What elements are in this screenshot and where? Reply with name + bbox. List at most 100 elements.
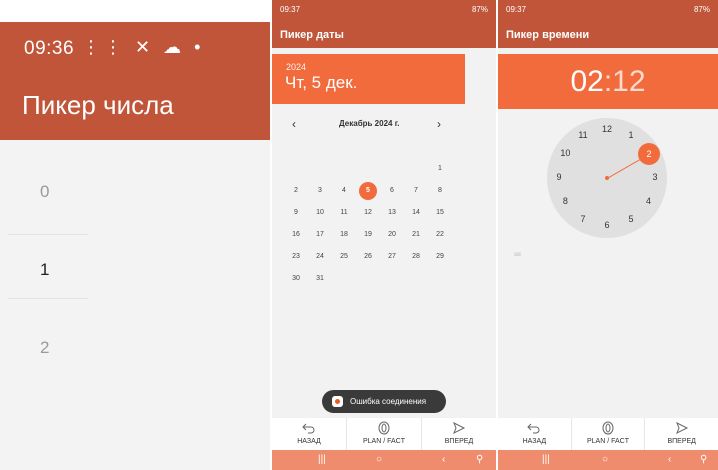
clock-face[interactable]: 2 12 1 3 4 5 6 7 8 9 10 11 (547, 118, 667, 238)
calendar-day[interactable]: 11 (335, 204, 353, 222)
calendar-day[interactable]: 26 (359, 248, 377, 266)
number-option-2[interactable]: 2 (40, 338, 49, 358)
forward-label: ВПЕРЕД (444, 438, 474, 445)
minutes-value[interactable]: 12 (612, 65, 645, 98)
calendar-day[interactable]: 22 (431, 226, 449, 244)
system-nav-bar: ||| ○ ‹ ⚲ (272, 450, 496, 470)
clock-hour-number[interactable]: 3 (648, 172, 662, 182)
calendar-day[interactable]: 19 (359, 226, 377, 244)
divider (8, 234, 88, 235)
calendar-day[interactable]: 4 (335, 182, 353, 200)
calendar-day[interactable]: 17 (311, 226, 329, 244)
number-option-0[interactable]: 0 (40, 182, 49, 202)
status-icons: ⋮⋮ ✕ ☁ • (82, 37, 205, 57)
calendar-day[interactable]: 7 (407, 182, 425, 200)
page-title: Пикер числа (22, 90, 174, 120)
calendar-day[interactable]: 5 (359, 182, 377, 200)
clock-hour-number[interactable]: 11 (576, 130, 590, 140)
page-title: Пикер даты (280, 29, 344, 41)
calendar-day[interactable]: 23 (287, 248, 305, 266)
calendar-day[interactable]: 15 (431, 204, 449, 222)
bottom-action-bar: НАЗАД PLAN / FACT ВПЕРЕД (498, 418, 718, 450)
calendar-day[interactable]: 2 (287, 182, 305, 200)
accessibility-icon[interactable]: ⚲ (476, 454, 483, 465)
recents-icon[interactable]: ||| (318, 454, 326, 465)
forward-label: ВПЕРЕД (667, 438, 696, 445)
toast-message: Ошибка соединения (350, 397, 427, 406)
calendar-day[interactable]: 10 (311, 204, 329, 222)
coin-icon (602, 421, 614, 435)
time-picker-screen: 09:37 87% Пикер времени 02:12 2 12 1 3 4 5 6 7… (498, 0, 718, 470)
month-label: Декабрь 2024 г. (339, 119, 400, 128)
calendar-day[interactable]: 29 (431, 248, 449, 266)
bottom-action-bar: НАЗАД PLAN / FACT ВПЕРЕД (272, 418, 496, 450)
accessibility-icon[interactable]: ⚲ (700, 454, 707, 465)
clock-hour-number[interactable]: 1 (624, 130, 638, 140)
date-picker-screen: 09:37 87% Пикер даты 2024 Чт, 5 дек. ‹ Д… (272, 0, 496, 470)
number-picker-screen: 09:36 ⋮⋮ ✕ ☁ • Пикер числа 0 1 2 (0, 22, 270, 470)
app-icon (332, 396, 343, 407)
back-label: НАЗАД (297, 438, 321, 445)
calendar-day[interactable]: 6 (383, 182, 401, 200)
calendar-day[interactable]: 30 (287, 270, 305, 288)
clock-hour-number[interactable]: 4 (642, 196, 656, 206)
calendar-day[interactable]: 20 (383, 226, 401, 244)
calendar-day[interactable]: 3 (311, 182, 329, 200)
clock-hour-number[interactable]: 9 (552, 172, 566, 182)
battery-status: 87% (471, 5, 488, 14)
plan-fact-button[interactable]: PLAN / FACT (572, 418, 646, 450)
plan-fact-label: PLAN / FACT (587, 438, 630, 445)
calendar-day[interactable]: 14 (407, 204, 425, 222)
undo-icon (527, 423, 540, 434)
calendar-day[interactable]: 12 (359, 204, 377, 222)
calendar-day[interactable]: 16 (287, 226, 305, 244)
send-icon (675, 421, 688, 435)
back-nav-icon[interactable]: ‹ (668, 454, 671, 465)
calendar-day[interactable]: 25 (335, 248, 353, 266)
number-option-1[interactable]: 1 (40, 260, 49, 280)
home-icon[interactable]: ○ (376, 454, 382, 465)
clock-center (605, 176, 609, 180)
calendar-day[interactable]: 27 (383, 248, 401, 266)
calendar-day[interactable]: 18 (335, 226, 353, 244)
calendar-day[interactable]: 9 (287, 204, 305, 222)
battery-status: 87% (693, 5, 710, 14)
calendar-day[interactable]: 1 (431, 160, 449, 178)
recents-icon[interactable]: ||| (542, 454, 550, 465)
year-label[interactable]: 2024 (286, 62, 306, 72)
clock-hour-number[interactable]: 6 (600, 220, 614, 230)
forward-button[interactable]: ВПЕРЕД (645, 418, 718, 450)
keyboard-icon[interactable]: ⌨ (514, 252, 521, 258)
clock-hour-number[interactable]: 8 (558, 196, 572, 206)
clock-hour-number[interactable]: 5 (624, 214, 638, 224)
calendar-day[interactable]: 24 (311, 248, 329, 266)
back-nav-icon[interactable]: ‹ (442, 454, 445, 465)
selected-time-display: 02:12 (498, 54, 718, 109)
calendar-day[interactable]: 28 (407, 248, 425, 266)
selected-date-label: Чт, 5 дек. (285, 73, 358, 92)
status-time: 09:36 (24, 38, 75, 59)
back-button[interactable]: НАЗАД (272, 418, 347, 450)
calendar-day[interactable]: 8 (431, 182, 449, 200)
error-toast: Ошибка соединения (322, 390, 446, 413)
calendar-day[interactable]: 21 (407, 226, 425, 244)
forward-button[interactable]: ВПЕРЕД (422, 418, 496, 450)
system-nav-bar: ||| ○ ‹ ⚲ (498, 450, 718, 470)
calendar-day[interactable]: 13 (383, 204, 401, 222)
clock-hour-number[interactable]: 7 (576, 214, 590, 224)
calendar-day[interactable]: 31 (311, 270, 329, 288)
chevron-left-icon[interactable]: ‹ (292, 117, 296, 131)
chevron-right-icon[interactable]: › (437, 117, 441, 131)
home-icon[interactable]: ○ (602, 454, 608, 465)
back-label: НАЗАД (522, 438, 547, 445)
clock-hour-number[interactable]: 12 (600, 124, 614, 134)
status-time: 09:37 (506, 5, 527, 14)
number-picker-header: 09:36 ⋮⋮ ✕ ☁ • Пикер числа (0, 22, 270, 140)
selected-hour[interactable]: 2 (638, 143, 660, 165)
hours-value[interactable]: 02 (570, 65, 603, 98)
plan-fact-button[interactable]: PLAN / FACT (347, 418, 422, 450)
page-title: Пикер времени (506, 29, 590, 41)
clock-hour-number[interactable]: 10 (558, 148, 572, 158)
back-button[interactable]: НАЗАД (498, 418, 572, 450)
send-icon (453, 421, 466, 435)
